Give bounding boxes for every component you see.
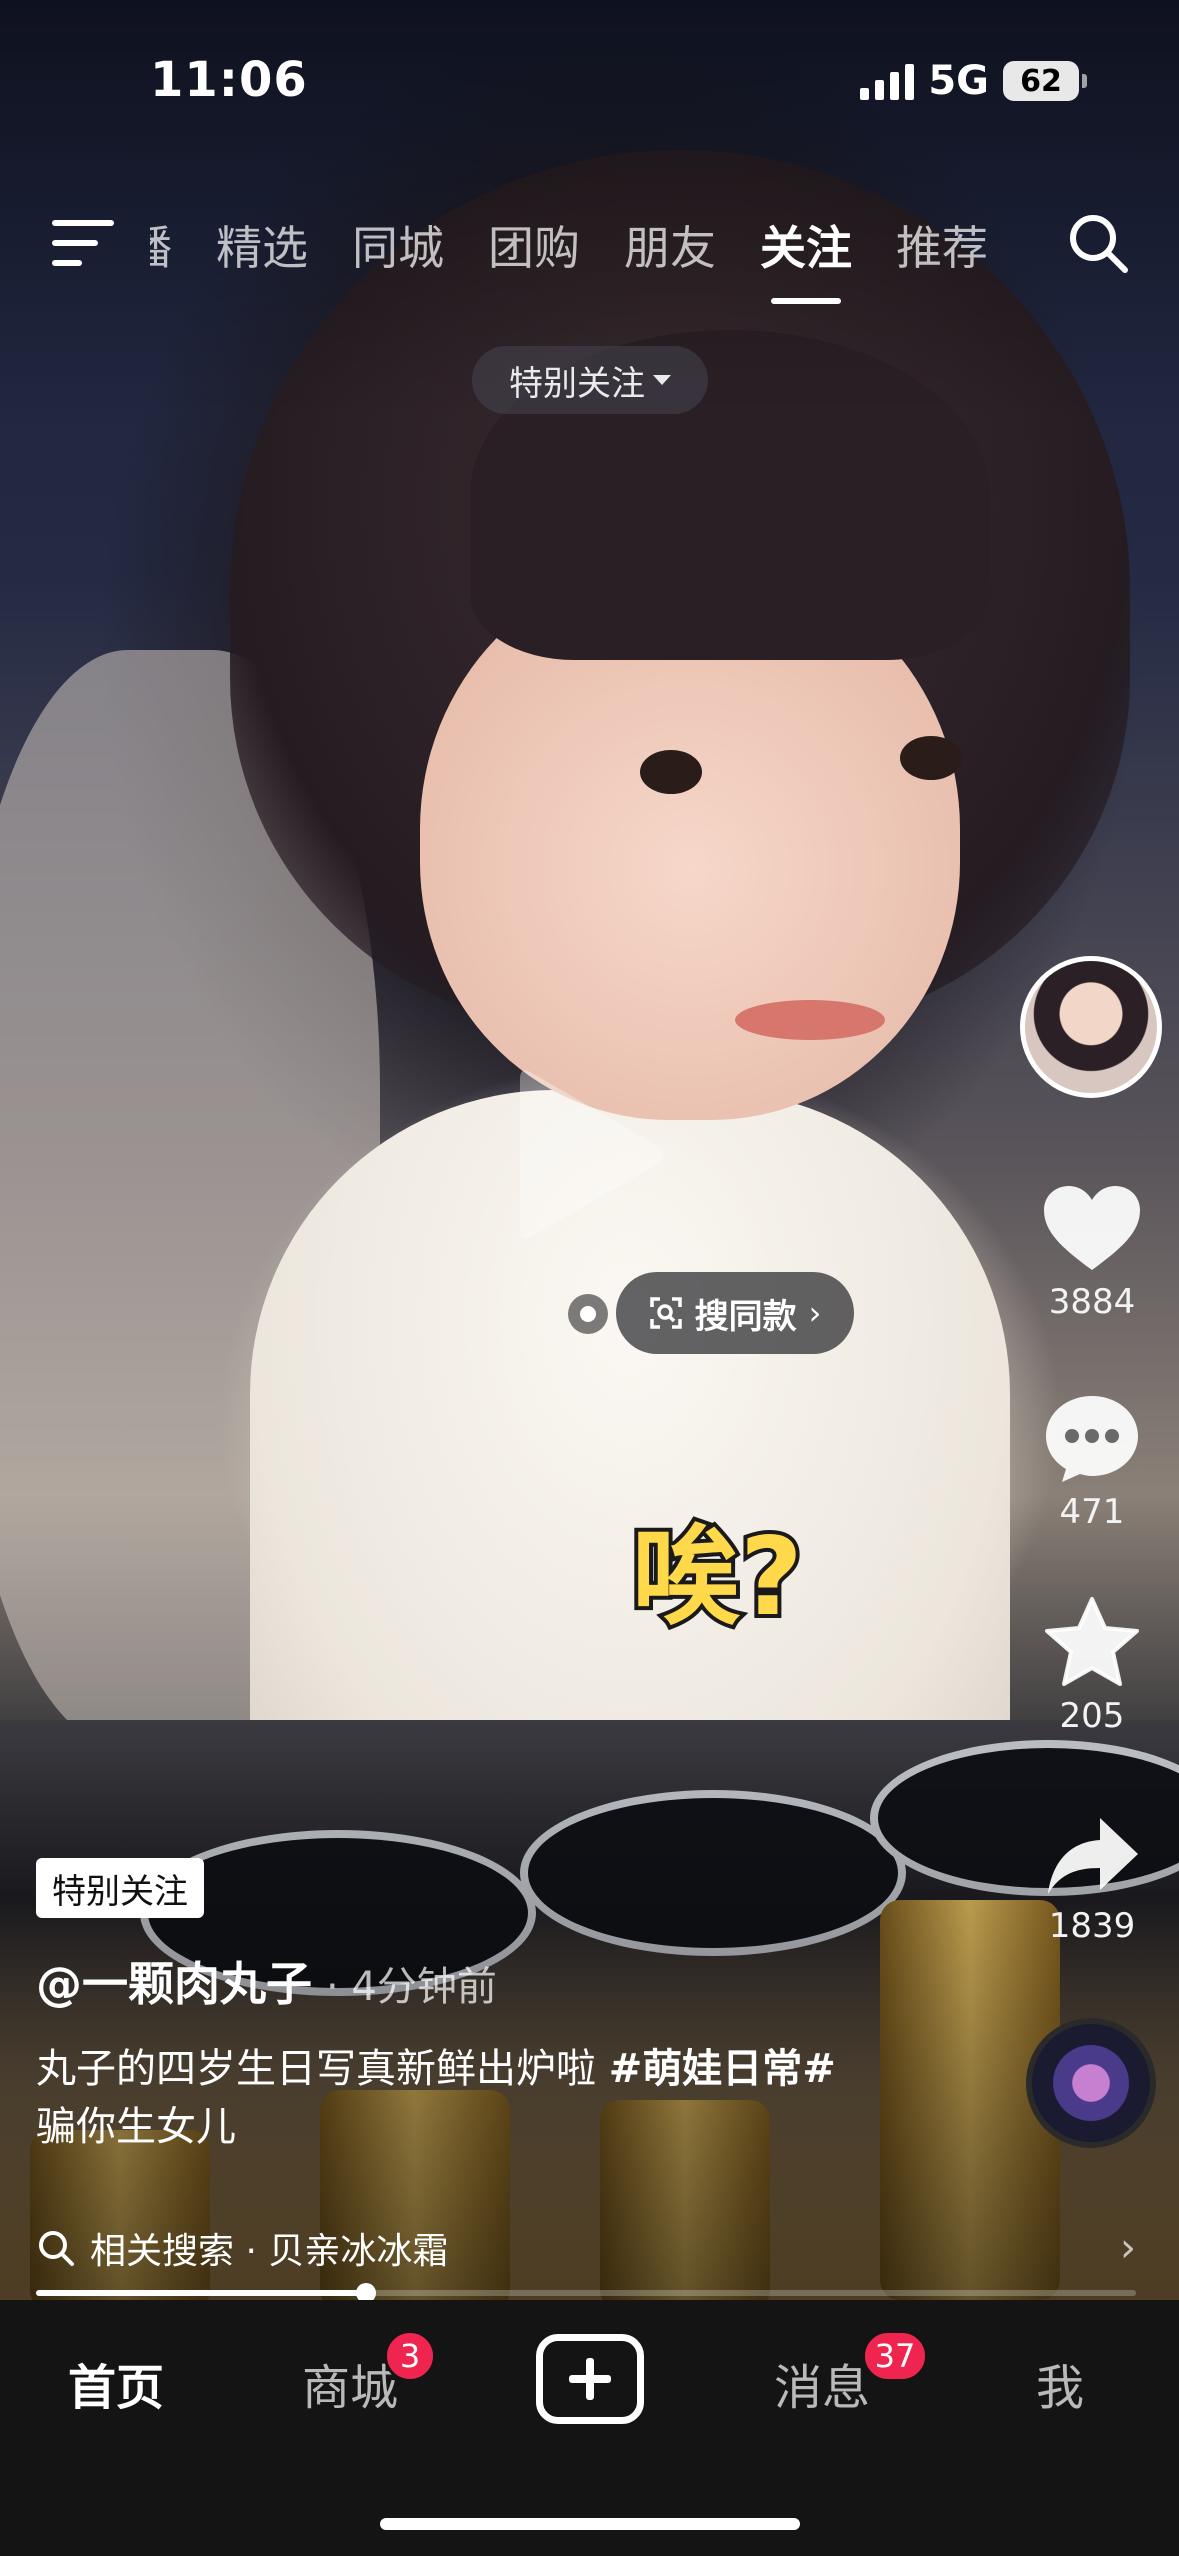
product-marker-icon[interactable] (568, 1294, 608, 1334)
share-button[interactable]: 1839 (1030, 1814, 1154, 1946)
tab-group-buy[interactable]: 团购 (488, 212, 580, 278)
comment-button[interactable]: 471 (1030, 1392, 1154, 1532)
home-indicator[interactable] (380, 2518, 800, 2530)
search-same-label: 搜同款 (694, 1296, 797, 1337)
menu-icon[interactable] (52, 218, 114, 268)
top-tabs: 播 精选 同城 团购 朋友 关注 推荐 (150, 212, 988, 304)
like-button[interactable]: 3884 (1030, 1184, 1154, 1322)
battery-icon: 62 (1003, 61, 1087, 101)
tab-featured[interactable]: 精选 (216, 212, 308, 278)
share-count: 1839 (1048, 1906, 1136, 1946)
special-follow-label: 特别关注 (509, 363, 645, 404)
nav-messages[interactable]: 消息 (774, 2348, 870, 2418)
search-icon (39, 2231, 74, 2266)
comment-icon (1046, 1396, 1138, 1482)
description-text-line2: 骗你生女儿 (36, 2104, 236, 2150)
scan-icon (649, 1297, 682, 1329)
tab-local[interactable]: 同城 (352, 212, 444, 278)
status-time: 11:06 (150, 52, 308, 108)
messages-badge: 37 (862, 2330, 928, 2382)
status-indicators: 5G 62 (860, 58, 1087, 104)
hashtag-link[interactable]: #萌娃日常# (609, 2046, 836, 2092)
plus-icon (569, 2358, 611, 2400)
tab-following[interactable]: 关注 (760, 212, 852, 304)
signal-icon (860, 62, 915, 100)
playback-progress-bar[interactable] (36, 2283, 1136, 2303)
play-icon[interactable] (510, 1060, 670, 1250)
caret-down-icon (653, 375, 671, 385)
video-description[interactable]: 丸子的四岁生日写真新鲜出炉啦 #萌娃日常# 骗你生女儿 (36, 2040, 936, 2156)
post-time: · 4分钟前 (326, 1964, 497, 2010)
chevron-right-icon: › (1120, 2225, 1136, 2271)
favorite-button[interactable]: 205 (1030, 1596, 1154, 1736)
special-follow-filter[interactable]: 特别关注 (472, 346, 708, 414)
video-subject-mouth (735, 1000, 885, 1040)
related-search-bar[interactable]: 相关搜索 · 贝亲冰冰霜 › (36, 2222, 1136, 2274)
bottom-shade (0, 1760, 1179, 2300)
nav-me[interactable]: 我 (1036, 2348, 1084, 2418)
related-search-label: 相关搜索 · 贝亲冰冰霜 (90, 2231, 449, 2272)
video-subject-eye (640, 750, 702, 794)
create-button[interactable] (536, 2334, 644, 2424)
author-avatar[interactable] (1020, 956, 1162, 1098)
author-name[interactable]: @一颗肉丸子 (36, 1948, 312, 2014)
like-count: 3884 (1048, 1282, 1136, 1322)
search-same-button[interactable]: 搜同款 › (616, 1272, 854, 1354)
mall-badge: 3 (384, 2330, 436, 2382)
tab-live[interactable]: 播 (150, 212, 172, 278)
author-line: @一颗肉丸子 · 4分钟前 (36, 1948, 497, 2014)
progress-fill (36, 2290, 366, 2296)
search-icon[interactable] (1067, 212, 1129, 274)
special-follow-tag: 特别关注 (36, 1858, 204, 1918)
description-text: 丸子的四岁生日写真新鲜出炉啦 (36, 2046, 609, 2092)
share-arrow-icon (1048, 1818, 1138, 1894)
network-label: 5G (928, 58, 989, 104)
heart-icon (1044, 1186, 1140, 1270)
tab-recommended[interactable]: 推荐 (896, 212, 988, 278)
video-sticker-text: 唉? (628, 1511, 807, 1644)
nav-home[interactable]: 首页 (68, 2348, 164, 2418)
chevron-right-icon: › (808, 1294, 822, 1332)
video-subject-eye (900, 736, 962, 780)
comment-count: 471 (1059, 1492, 1125, 1532)
favorite-count: 205 (1059, 1696, 1125, 1736)
star-icon (1045, 1597, 1139, 1686)
music-disc-icon[interactable] (1026, 2018, 1156, 2148)
tab-friends[interactable]: 朋友 (624, 212, 716, 278)
